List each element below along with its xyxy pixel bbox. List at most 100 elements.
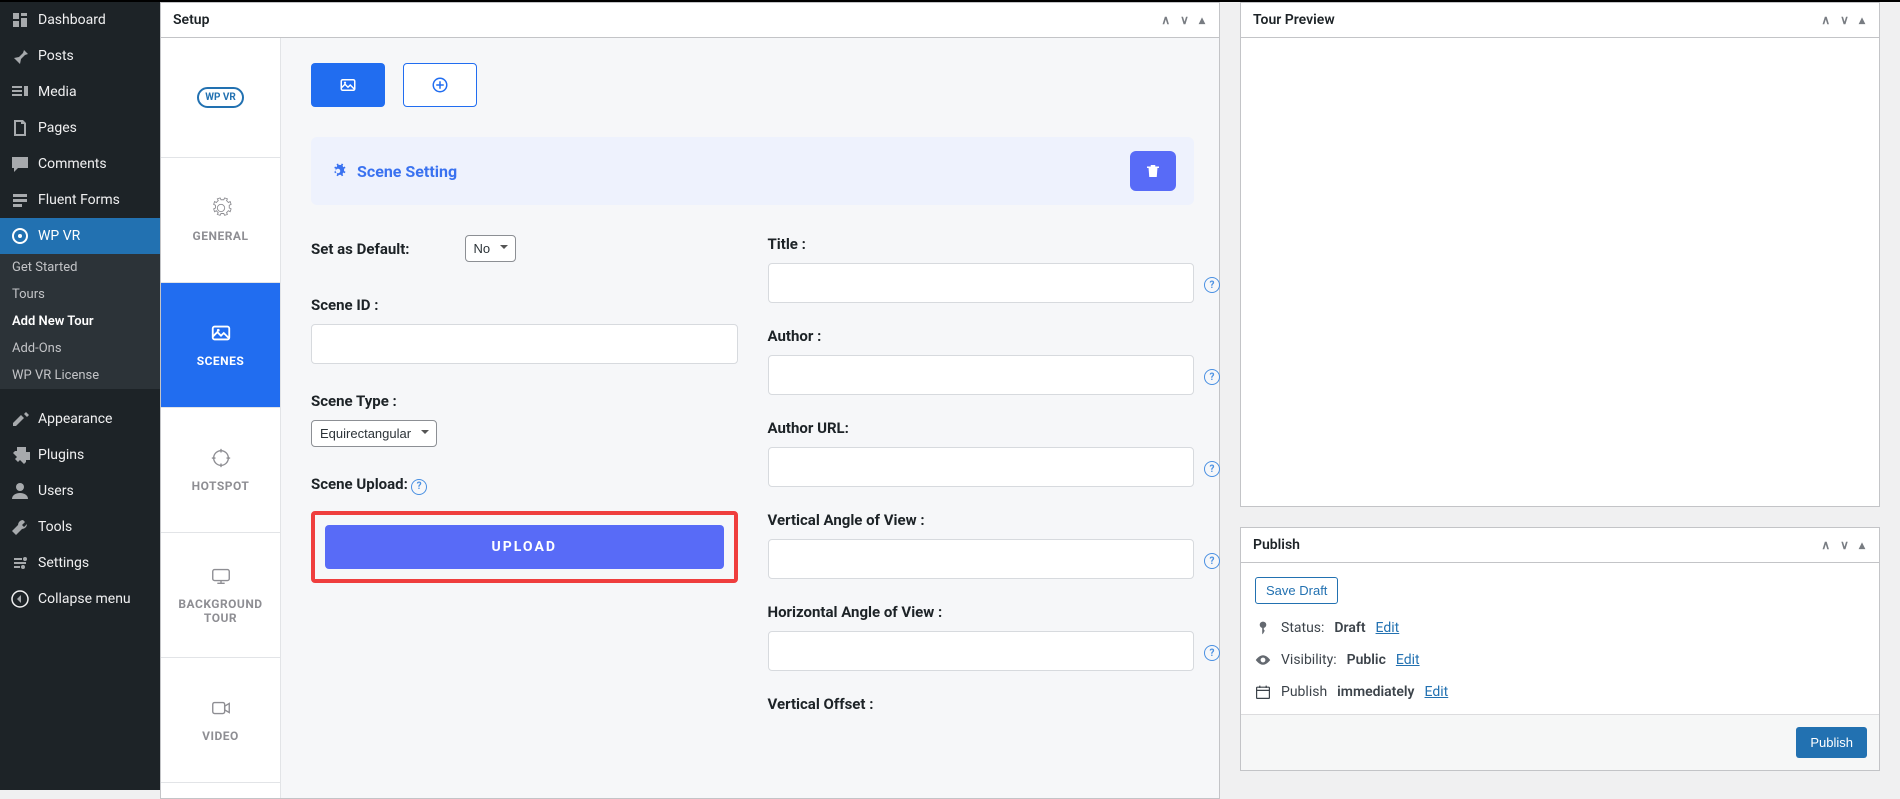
eye-icon [1255, 652, 1271, 668]
info-icon[interactable]: ? [411, 479, 427, 495]
sidebar-item-label: Tools [38, 519, 72, 535]
info-icon[interactable]: ? [1204, 461, 1220, 477]
key-icon [1255, 620, 1271, 636]
submenu-label: Add-Ons [12, 341, 62, 356]
vtab-hotspot[interactable]: HOTSPOT [161, 408, 280, 533]
vtab-background-tour[interactable]: BACKGROUND TOUR [161, 533, 280, 658]
author-url-input[interactable] [768, 447, 1195, 487]
scene-setting-header: Scene Setting [311, 137, 1194, 205]
sidebar-item-collapse[interactable]: Collapse menu [0, 581, 160, 617]
move-down-icon[interactable]: ∨ [1838, 11, 1851, 29]
sidebar-item-wpvr[interactable]: WP VR [0, 218, 160, 254]
collapse-icon [10, 589, 30, 609]
edit-visibility-link[interactable]: Edit [1396, 652, 1420, 668]
sidebar-item-label: Collapse menu [38, 591, 131, 607]
gear-icon [329, 162, 347, 180]
info-icon[interactable]: ? [1204, 645, 1220, 661]
set-default-label: Set as Default: [311, 240, 410, 258]
vtab-scenes[interactable]: SCENES [161, 283, 280, 408]
wp-admin-sidebar: Dashboard Posts Media Pages Comments Flu… [0, 2, 160, 790]
submenu-label: Get Started [12, 260, 77, 275]
tab-add-scene[interactable] [403, 63, 477, 107]
edit-schedule-link[interactable]: Edit [1425, 684, 1449, 700]
vaov-input[interactable] [768, 539, 1195, 579]
submenu-get-started[interactable]: Get Started [0, 254, 160, 281]
author-url-label: Author URL: [768, 419, 1195, 437]
trash-icon [1144, 162, 1162, 180]
toggle-icon[interactable]: ▴ [1197, 11, 1207, 29]
sidebar-item-users[interactable]: Users [0, 473, 160, 509]
title-input[interactable] [768, 263, 1195, 303]
plugins-icon [10, 445, 30, 465]
setup-title: Setup [173, 12, 209, 28]
submenu-tours[interactable]: Tours [0, 281, 160, 308]
sidebar-item-fluentforms[interactable]: Fluent Forms [0, 182, 160, 218]
sidebar-item-dashboard[interactable]: Dashboard [0, 2, 160, 38]
author-input[interactable] [768, 355, 1195, 395]
sidebar-item-posts[interactable]: Posts [0, 38, 160, 74]
forms-icon [10, 190, 30, 210]
comment-icon [10, 154, 30, 174]
target-icon [210, 447, 232, 469]
setup-metabox: Setup ∧ ∨ ▴ WP VR [160, 2, 1220, 799]
move-up-icon[interactable]: ∧ [1819, 11, 1832, 29]
tour-preview-metabox: Tour Preview ∧ ∨ ▴ [1240, 2, 1880, 507]
settings-icon [10, 553, 30, 573]
tour-preview-title: Tour Preview [1253, 12, 1335, 28]
move-down-icon[interactable]: ∨ [1178, 11, 1191, 29]
publish-title: Publish [1253, 537, 1300, 553]
scene-type-label: Scene Type : [311, 392, 738, 410]
move-up-icon[interactable]: ∧ [1159, 11, 1172, 29]
sidebar-item-label: Appearance [38, 411, 112, 427]
move-down-icon[interactable]: ∨ [1838, 536, 1851, 554]
tab-scene-image[interactable] [311, 63, 385, 107]
submenu-add-new-tour[interactable]: Add New Tour [0, 308, 160, 335]
visibility-value: Public [1347, 652, 1386, 668]
submenu-label: Add New Tour [12, 314, 94, 329]
submenu-license[interactable]: WP VR License [0, 362, 160, 389]
vtab-video[interactable]: VIDEO [161, 658, 280, 783]
sidebar-item-pages[interactable]: Pages [0, 110, 160, 146]
delete-scene-button[interactable] [1130, 151, 1176, 191]
appearance-icon [10, 409, 30, 429]
vertical-tabs: WP VR GENERAL SCENES HOTSPOT [161, 38, 281, 798]
dashboard-icon [10, 10, 30, 30]
toggle-icon[interactable]: ▴ [1857, 11, 1867, 29]
voffset-label: Vertical Offset : [768, 695, 1195, 713]
scene-id-label: Scene ID : [311, 296, 738, 314]
toggle-icon[interactable]: ▴ [1857, 536, 1867, 554]
gear-icon [210, 197, 232, 219]
save-draft-button[interactable]: Save Draft [1255, 577, 1338, 604]
scene-type-select[interactable]: Equirectangular [311, 420, 437, 447]
move-up-icon[interactable]: ∧ [1819, 536, 1832, 554]
tour-preview-canvas [1241, 38, 1879, 506]
submenu-addons[interactable]: Add-Ons [0, 335, 160, 362]
publish-button[interactable]: Publish [1796, 727, 1867, 758]
sidebar-item-settings[interactable]: Settings [0, 545, 160, 581]
vtab-general[interactable]: GENERAL [161, 158, 280, 283]
sidebar-item-plugins[interactable]: Plugins [0, 437, 160, 473]
set-default-select[interactable]: No [465, 235, 516, 262]
sidebar-item-appearance[interactable]: Appearance [0, 401, 160, 437]
scene-id-input[interactable] [311, 324, 738, 364]
submenu-label: Tours [12, 287, 45, 302]
sidebar-item-media[interactable]: Media [0, 74, 160, 110]
sidebar-item-label: Comments [38, 156, 107, 172]
image-icon [210, 322, 232, 344]
title-label: Title : [768, 235, 1195, 253]
tools-icon [10, 517, 30, 537]
pin-icon [10, 46, 30, 66]
users-icon [10, 481, 30, 501]
info-icon[interactable]: ? [1204, 277, 1220, 293]
media-icon [10, 82, 30, 102]
edit-status-link[interactable]: Edit [1376, 620, 1400, 636]
visibility-label: Visibility: [1281, 652, 1337, 668]
info-icon[interactable]: ? [1204, 369, 1220, 385]
sidebar-item-comments[interactable]: Comments [0, 146, 160, 182]
sidebar-item-label: Media [38, 84, 77, 100]
info-icon[interactable]: ? [1204, 553, 1220, 569]
upload-button[interactable]: UPLOAD [325, 525, 724, 569]
haov-input[interactable] [768, 631, 1195, 671]
sidebar-item-tools[interactable]: Tools [0, 509, 160, 545]
schedule-value: immediately [1337, 684, 1414, 700]
